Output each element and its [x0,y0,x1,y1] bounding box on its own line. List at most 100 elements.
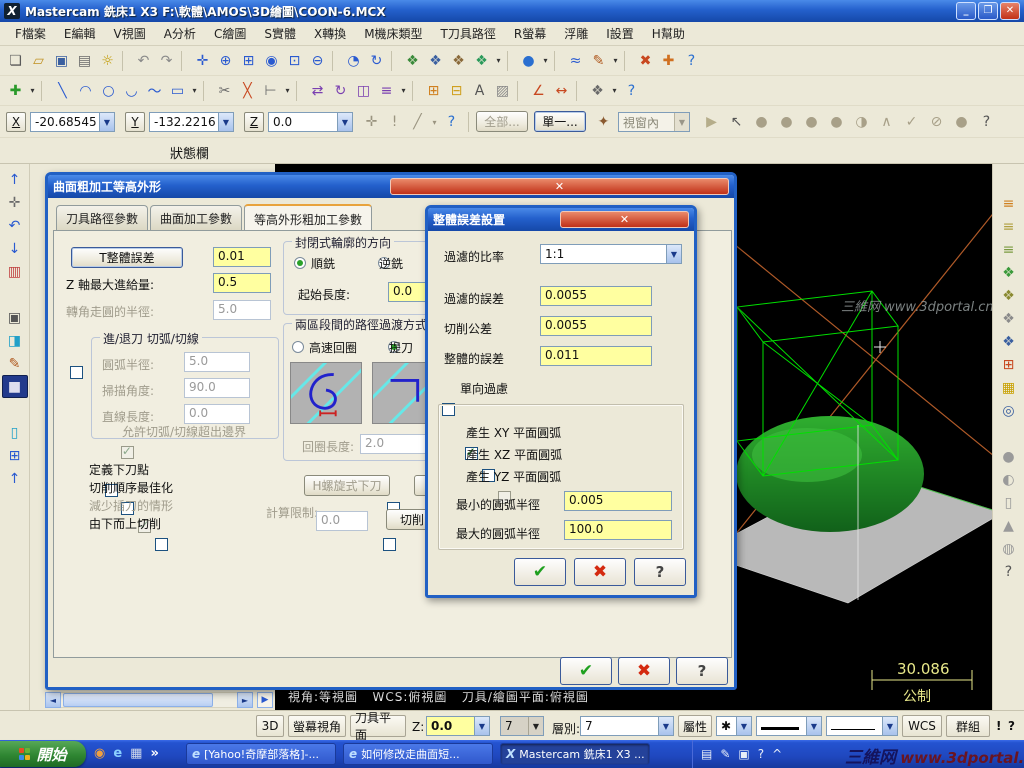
separator[interactable] [576,80,583,101]
select-single-button[interactable]: 單一... [534,111,586,132]
dialog-ok-button[interactable]: ✔ [560,657,612,685]
menu-item[interactable]: R螢幕 [505,22,555,45]
analyze-angle-icon[interactable]: ∠ [527,80,550,102]
tray-help-icon[interactable]: ? [758,747,764,761]
dialog-titlebar[interactable]: 曲面粗加工等高外形 ✕ [48,175,734,198]
half-ball-icon[interactable]: ◐ [996,468,1022,491]
chevron-down-icon[interactable]: ▼ [882,717,897,735]
keyboard-icon[interactable]: ▤ [701,747,712,761]
menu-item[interactable]: F檔案 [6,22,55,45]
point-caret[interactable]: ▾ [27,80,38,102]
line-width-combo[interactable]: ▼ [826,716,898,736]
mask-surface-icon[interactable]: ● [800,111,823,133]
hatch-green-icon[interactable]: ≡ [996,238,1022,261]
menu-item[interactable]: H幫助 [643,22,694,45]
grid-color-icon[interactable]: ⊞ [996,353,1022,376]
line-style-combo[interactable]: ▼ [756,716,822,736]
chevron-down-icon[interactable]: ▼ [666,245,681,263]
chevron-down-icon[interactable]: ▼ [218,113,233,131]
separator[interactable] [507,50,514,71]
delete-icon[interactable]: ✖ [634,50,657,72]
break-icon[interactable]: ╳ [236,80,259,102]
create-point-icon[interactable]: ✚ [4,80,27,102]
chevron-down-icon[interactable]: ▼ [474,717,489,735]
total-tolerance-result-input[interactable]: 0.011 [540,346,652,366]
start-button[interactable]: 開始 [0,741,86,767]
dynamic-rotate-icon[interactable]: ↻ [365,50,388,72]
hatch-orange-icon[interactable]: ≡ [996,192,1022,215]
xform-caret[interactable]: ▾ [398,80,409,102]
top-view-icon[interactable]: ❖ [401,50,424,72]
dialog-help-button[interactable]: ? [676,657,728,685]
arc-icon[interactable]: ◠ [74,80,97,102]
select-tool-icon[interactable]: ✛ [2,191,28,214]
grid-alt-icon[interactable]: ⊟ [445,80,468,102]
task-mastercam[interactable]: X Mastercam 銑床1 X3 ... [500,743,650,765]
zoom-in-icon[interactable]: ⊕ [214,50,237,72]
cut-tolerance-input[interactable]: 0.0055 [540,316,652,336]
select-ok-icon[interactable]: ✓ [900,111,923,133]
separator[interactable] [554,50,561,71]
separator[interactable] [517,80,524,101]
menu-item[interactable]: A分析 [155,22,205,45]
window-selection-combo[interactable]: 視窗內 ▼ [618,112,690,132]
edit-icon[interactable]: ✎ [2,352,28,375]
dialog-cancel-button[interactable]: ✖ [618,657,670,685]
menu-item[interactable]: V視圖 [105,22,155,45]
rotate-icon[interactable]: ↻ [329,80,352,102]
front-view-icon[interactable]: ❖ [424,50,447,72]
curve-icon[interactable]: ≈ [564,50,587,72]
wcs-button[interactable]: WCS [902,715,942,737]
separator[interactable] [122,50,129,71]
media-player-icon[interactable]: ◉ [94,746,105,761]
fastpoint-icon[interactable]: ! [383,111,406,133]
active-tool-icon[interactable]: ■ [1,375,28,398]
cube-green-icon[interactable]: ❖ [996,261,1022,284]
mask-sphere-icon[interactable]: ◑ [850,111,873,133]
mask-drafting-icon[interactable]: ● [825,111,848,133]
max-arc-radius-input[interactable]: 100.0 [564,520,672,540]
select-mode-icon[interactable]: ▶ [700,111,723,133]
ops-horizontal-scrollbar[interactable]: ◄ ► [45,692,253,708]
autocursor-icon[interactable]: ✛ [360,111,383,133]
pointer-icon[interactable]: ↖ [725,111,748,133]
mask-solid-icon[interactable]: ● [750,111,773,133]
side-view-icon[interactable]: ❖ [447,50,470,72]
cplane-icon[interactable]: ❖ [586,80,609,102]
zoom-target-icon[interactable]: ◉ [260,50,283,72]
3d-mode-button[interactable]: 3D [256,715,284,737]
menu-item[interactable]: 浮雕 [555,22,597,45]
close-button[interactable]: ✕ [1000,2,1020,20]
save-icon[interactable]: ▣ [50,50,73,72]
point-style-combo[interactable]: ✱ ▼ [716,716,752,736]
filter-tolerance-input[interactable]: 0.0055 [540,286,652,306]
task-browser-page[interactable]: e 如何修改走曲面短... [343,743,493,765]
cplane-caret[interactable]: ▾ [609,80,620,102]
task-yahoo-blog[interactable]: e [Yahoo!奇摩部落格]-... [186,743,336,765]
screen-view-button[interactable]: 螢幕視角 [288,715,346,737]
restore-button[interactable]: ❐ [978,2,998,20]
select-last-icon[interactable]: ∧ [875,111,898,133]
group-button[interactable]: 群組 [946,715,990,737]
chevron-down-icon[interactable]: ▼ [736,717,751,735]
subdialog-titlebar[interactable]: 整體誤差設置 ✕ [428,208,694,231]
help-icon[interactable]: ? [680,50,703,72]
window-icon[interactable]: ▣ [2,306,28,329]
level-combo[interactable]: 7 ▼ [580,716,674,736]
cone-icon[interactable]: ▲ [996,514,1022,537]
trim-icon[interactable]: ✂ [213,80,236,102]
select-help-icon[interactable]: ? [975,111,998,133]
x-axis-button[interactable]: X [6,112,26,132]
tool-plane-button[interactable]: 刀具平面 [350,711,406,742]
minimize-button[interactable]: _ [956,2,976,20]
hatch-icon[interactable]: ▨ [491,80,514,102]
z-coordinate-input[interactable]: 0.0 ▼ [268,112,353,132]
clipboard-icon[interactable]: ▥ [2,260,28,283]
ime-icon[interactable]: ▣ [738,747,749,761]
menu-item[interactable]: T刀具路徑 [432,22,505,45]
x-coordinate-input[interactable]: -20.68545 ▼ [30,112,115,132]
print-icon[interactable]: ▤ [73,50,96,72]
extend-icon[interactable]: ⊢ [259,80,282,102]
gap[interactable] [996,422,1022,445]
zoom-fit-icon[interactable]: ⊡ [283,50,306,72]
